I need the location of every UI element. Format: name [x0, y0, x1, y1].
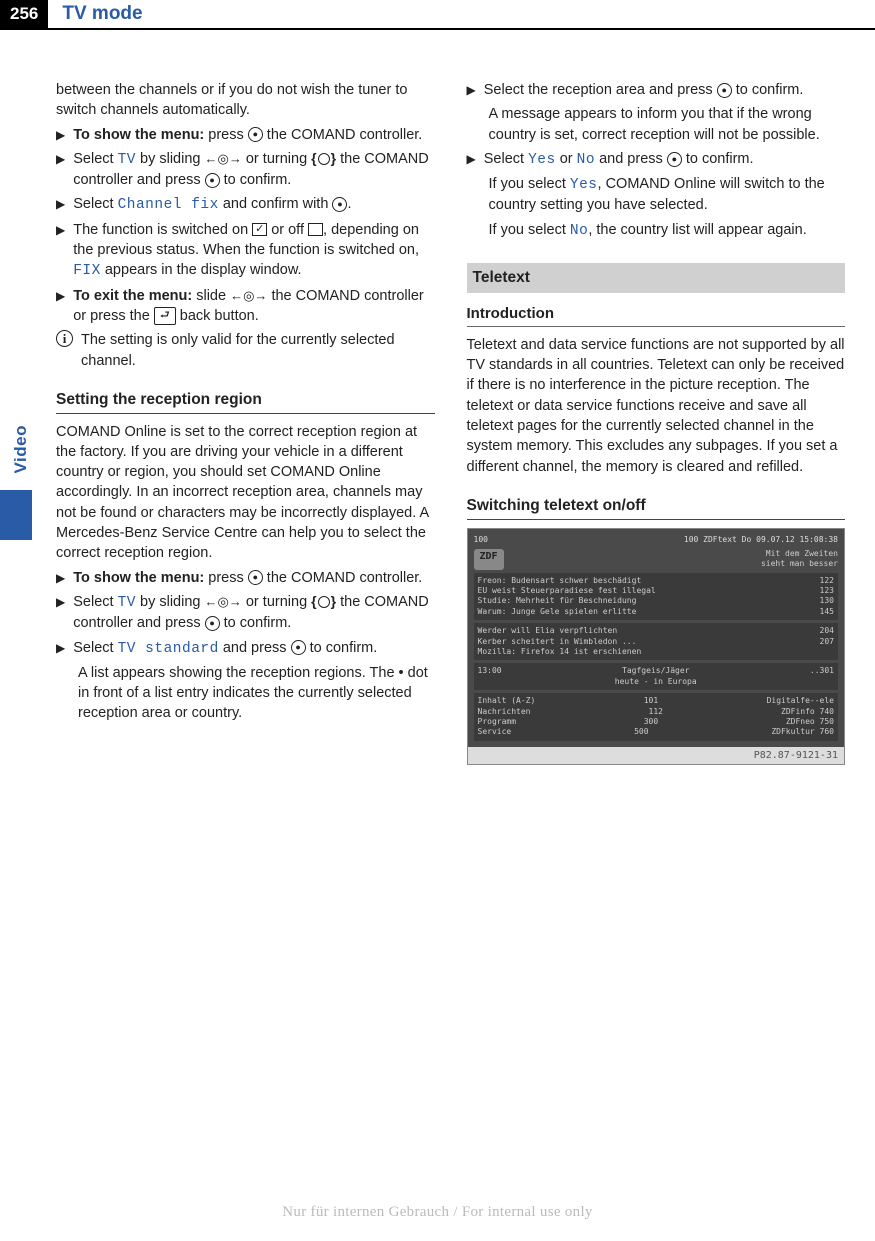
menu-tv-standard: TV standard	[118, 641, 219, 657]
teletext-block-4: Inhalt (A-Z)101Digitalfe--ele Nachrichte…	[474, 693, 839, 741]
bullet-icon: ▶	[467, 82, 476, 100]
heading-reception-region: Setting the reception region	[56, 389, 435, 414]
step-region-show-menu: ▶ To show the menu: press ● the COMAND c…	[56, 568, 435, 588]
press-icon: ●	[205, 616, 220, 631]
press-icon: ●	[248, 570, 263, 585]
option-yes: Yes	[528, 152, 556, 168]
step-body: Select Channel fix and confirm with ●.	[73, 194, 434, 215]
no-result: If you select No, the country list will …	[489, 220, 846, 241]
step-label: To show the menu:	[73, 127, 204, 143]
press-icon: ●	[248, 127, 263, 142]
turn-icon: {}	[311, 592, 336, 612]
step-region-select-tv: ▶ Select TV by sliding ←◎→ or turning {}…	[56, 592, 435, 634]
heading-teletext: Teletext	[467, 263, 846, 293]
bullet-icon: ▶	[56, 127, 65, 145]
step-function-switch: ▶ The function is switched on ✓ or off ,…	[56, 220, 435, 282]
press-icon: ●	[205, 173, 220, 188]
step-body: Select the reception area and press ● to…	[484, 80, 845, 100]
menu-tv: TV	[118, 152, 136, 168]
menu-tv: TV	[118, 595, 136, 611]
step-continuation: A list appears showing the reception reg…	[78, 663, 435, 724]
step-body: Select TV standard and press ● to confir…	[73, 638, 434, 659]
step-select-area: ▶ Select the reception area and press ● …	[467, 80, 846, 100]
zdf-logo: ZDF	[474, 549, 504, 570]
info-text: The setting is only valid for the curren…	[81, 330, 435, 371]
bullet-icon: ▶	[56, 570, 65, 588]
intro-text: between the channels or if you do not wi…	[56, 80, 435, 121]
teletext-block-3: 13:00Tagfgeis/Jäger..301 heute - in Euro…	[474, 663, 839, 690]
bullet-icon: ▶	[56, 594, 65, 634]
fix-label: FIX	[73, 263, 101, 279]
option-no: No	[577, 152, 595, 168]
bullet-icon: ▶	[56, 640, 65, 659]
info-note: i The setting is only valid for the curr…	[56, 330, 435, 371]
step-label: To exit the menu:	[73, 288, 192, 304]
step-body: The function is switched on ✓ or off , d…	[73, 220, 434, 282]
side-tab-block	[0, 490, 32, 540]
page-header: 256 TV mode	[0, 0, 875, 30]
turn-icon: {}	[311, 149, 336, 169]
teletext-intro: Teletext and data service functions are …	[467, 335, 846, 477]
bullet-icon: ▶	[467, 151, 476, 170]
image-caption: P82.87-9121-31	[468, 747, 845, 764]
step-body: To exit the menu: slide ←◎→ the COMAND c…	[73, 286, 434, 327]
press-icon: ●	[332, 197, 347, 212]
yes-result: If you select Yes, COMAND Online will sw…	[489, 174, 846, 216]
step-label: To show the menu:	[73, 570, 204, 586]
slide-icon: ←◎→	[230, 287, 267, 305]
page-info: 100 ZDFtext Do 09.07.12 15:08:38	[684, 535, 838, 545]
option-yes: Yes	[570, 177, 598, 193]
step-body: To show the menu: press ● the COMAND con…	[73, 125, 434, 145]
step-exit-menu: ▶ To exit the menu: slide ←◎→ the COMAND…	[56, 286, 435, 327]
step-body: To show the menu: press ● the COMAND con…	[73, 568, 434, 588]
step-tv-standard: ▶ Select TV standard and press ● to conf…	[56, 638, 435, 659]
teletext-block-2: Werder will Elia verpflichten204 Kerber …	[474, 623, 839, 660]
region-paragraph: COMAND Online is set to the correct rece…	[56, 422, 435, 564]
bullet-icon: ▶	[56, 222, 65, 282]
press-icon: ●	[667, 152, 682, 167]
press-icon: ●	[717, 83, 732, 98]
page-number: 256	[0, 0, 48, 28]
teletext-block-1: Freon: Budensart schwer beschädigt122 EU…	[474, 573, 839, 621]
heading-switch-teletext: Switching teletext on/off	[467, 495, 846, 520]
page-num: 100	[474, 535, 488, 545]
option-no: No	[570, 223, 588, 239]
back-button-icon: ⮐	[154, 307, 176, 324]
heading-introduction: Introduction	[467, 303, 846, 327]
step-channel-fix: ▶ Select Channel fix and confirm with ●.	[56, 194, 435, 215]
header-title: TV mode	[48, 0, 875, 28]
teletext-screenshot: 100 100 ZDFtext Do 09.07.12 15:08:38 ZDF…	[467, 528, 846, 765]
step-continuation: A message appears to inform you that if …	[489, 104, 846, 145]
right-column: ▶ Select the reception area and press ● …	[467, 80, 846, 765]
teletext-topbar: 100 100 ZDFtext Do 09.07.12 15:08:38	[474, 535, 839, 545]
content-columns: between the channels or if you do not wi…	[0, 80, 875, 765]
step-yes-no: ▶ Select Yes or No and press ● to confir…	[467, 149, 846, 170]
slide-icon: ←◎→	[205, 593, 242, 611]
press-icon: ●	[291, 640, 306, 655]
step-body: Select Yes or No and press ● to confirm.	[484, 149, 845, 170]
bullet-icon: ▶	[56, 151, 65, 191]
bullet-icon: ▶	[56, 288, 65, 327]
checkbox-off-icon	[308, 223, 323, 236]
step-body: Select TV by sliding ←◎→ or turning {} t…	[73, 592, 434, 634]
checkbox-on-icon: ✓	[252, 223, 267, 236]
step-select-tv: ▶ Select TV by sliding ←◎→ or turning {}…	[56, 149, 435, 191]
step-body: Select TV by sliding ←◎→ or turning {} t…	[73, 149, 434, 191]
step-show-menu: ▶ To show the menu: press ● the COMAND c…	[56, 125, 435, 145]
info-icon: i	[56, 330, 73, 347]
footer-watermark: Nur für internen Gebrauch / For internal…	[0, 1202, 875, 1223]
menu-channel-fix: Channel fix	[118, 197, 219, 213]
side-tab-label: Video	[9, 425, 33, 473]
left-column: between the channels or if you do not wi…	[56, 80, 435, 765]
teletext-logo-row: ZDF Mit dem Zweiten sieht man besser	[474, 549, 839, 570]
slide-icon: ←◎→	[205, 150, 242, 168]
bullet-icon: ▶	[56, 196, 65, 215]
